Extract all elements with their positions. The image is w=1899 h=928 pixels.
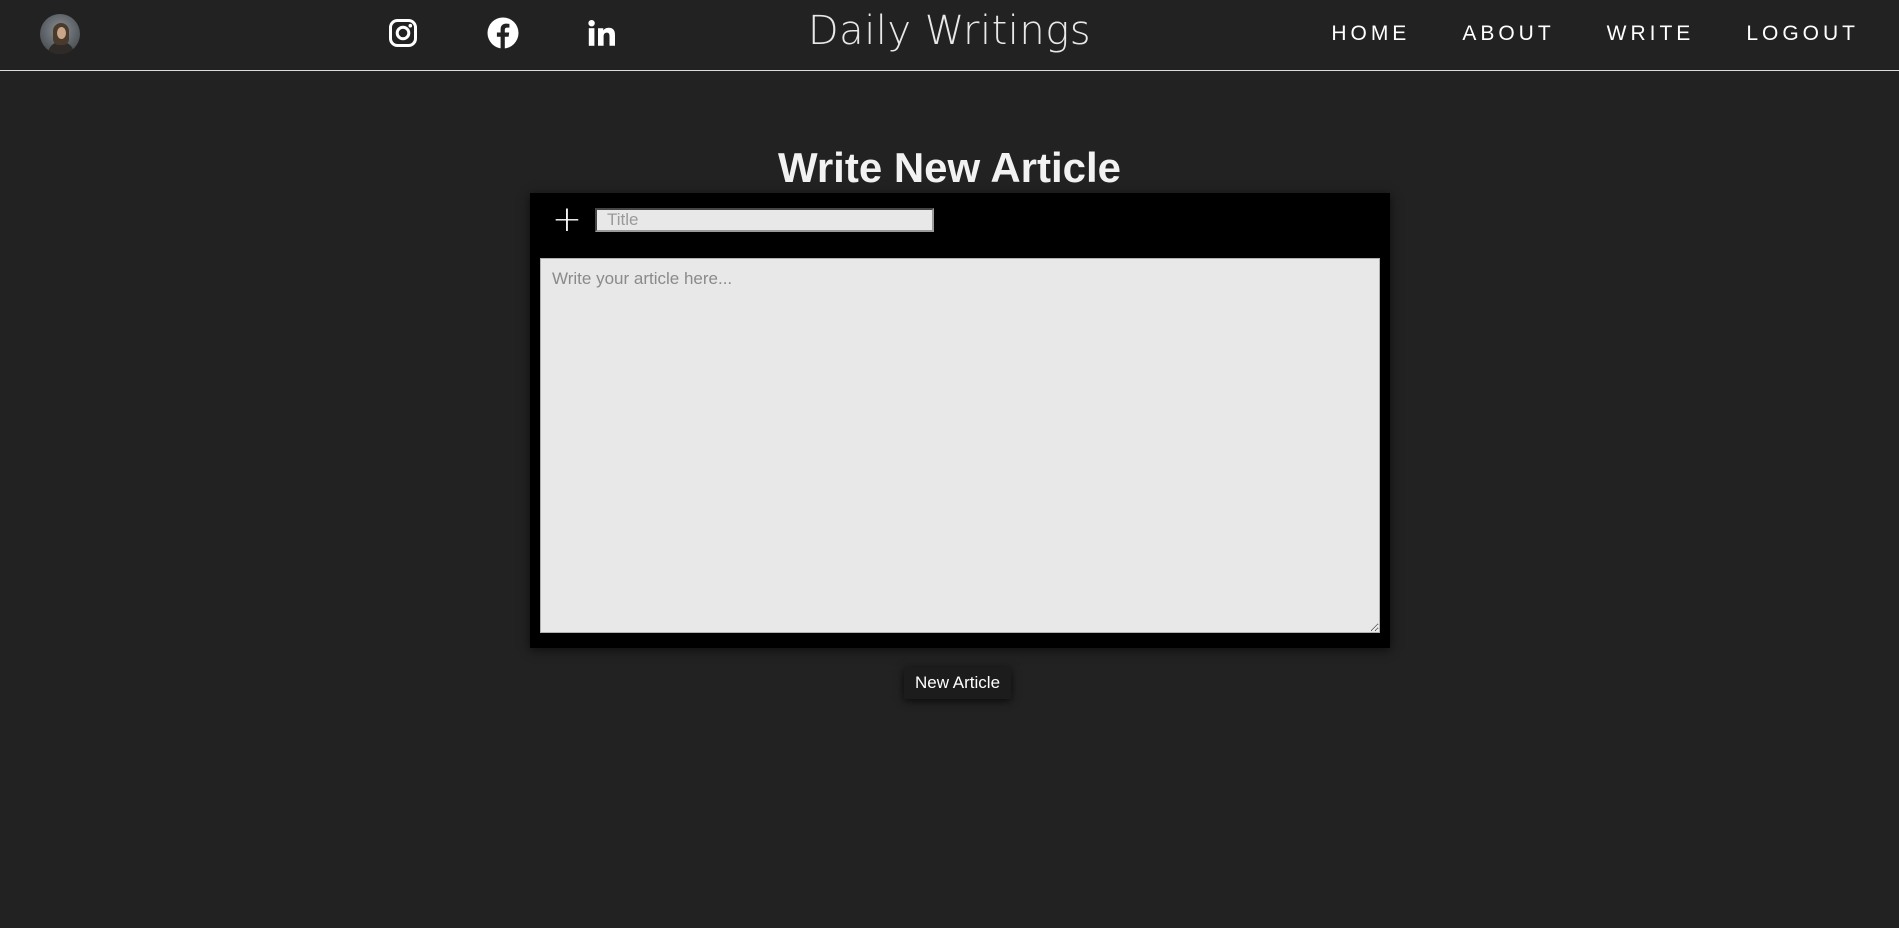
nav-about-link[interactable]: ABOUT (1462, 22, 1554, 46)
facebook-icon[interactable] (486, 16, 520, 50)
article-body-textarea[interactable] (540, 258, 1380, 633)
nav-write-link[interactable]: WRITE (1607, 22, 1695, 46)
add-image-button[interactable]: + (550, 201, 584, 239)
nav-logout-link[interactable]: LOGOUT (1746, 22, 1859, 46)
nav-home-link[interactable]: HOME (1331, 22, 1410, 46)
main-nav: HOME ABOUT WRITE LOGOUT (1331, 22, 1859, 46)
linkedin-icon[interactable] (585, 16, 619, 50)
facebook-glyph (487, 17, 519, 49)
page-title: Write New Article (777, 144, 1122, 191)
article-title-input[interactable] (595, 208, 934, 232)
user-avatar[interactable] (40, 14, 80, 54)
linkedin-glyph (588, 20, 615, 46)
top-navigation-bar: Daily Writings HOME ABOUT WRITE LOGOUT (0, 0, 1899, 71)
instagram-icon[interactable] (386, 16, 420, 50)
instagram-glyph (389, 19, 417, 47)
article-editor-form: + (530, 193, 1390, 648)
new-article-submit-button[interactable]: New Article (904, 667, 1012, 699)
avatar-face (57, 27, 66, 39)
